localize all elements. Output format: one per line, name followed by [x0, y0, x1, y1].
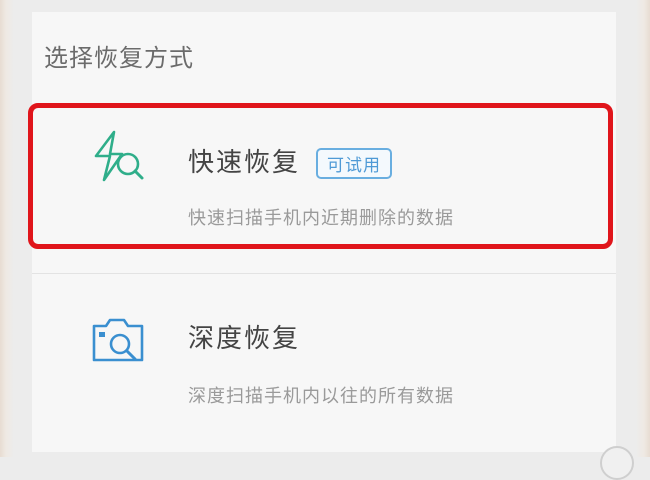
- camera-search-icon: [92, 318, 144, 362]
- deep-recovery-option[interactable]: 深度恢复 深度扫描手机内以往的所有数据: [32, 274, 616, 444]
- deep-recovery-description: 深度扫描手机内以往的所有数据: [188, 386, 454, 407]
- quick-recovery-description: 快速扫描手机内近期删除的数据: [188, 208, 454, 229]
- floating-button[interactable]: [600, 446, 634, 480]
- quick-recovery-title: 快速恢复: [188, 148, 301, 178]
- deep-recovery-title: 深度恢复: [188, 324, 301, 354]
- trial-badge: 可试用: [316, 148, 392, 179]
- quick-recovery-option[interactable]: 快速恢复 可试用 快速扫描手机内近期删除的数据: [32, 104, 616, 248]
- section-title: 选择恢复方式: [44, 44, 194, 72]
- lightning-search-icon: [94, 130, 144, 182]
